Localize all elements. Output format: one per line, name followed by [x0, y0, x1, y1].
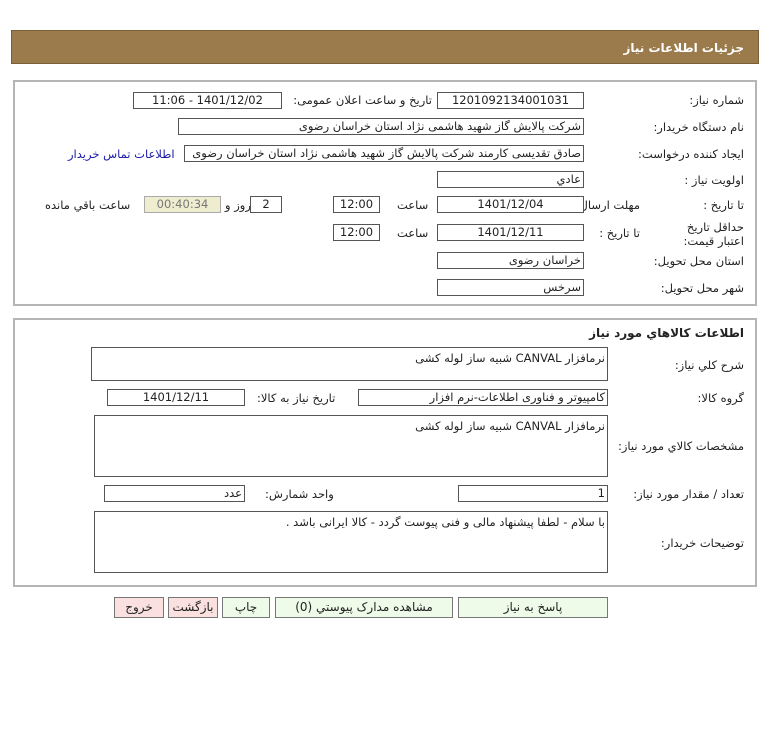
deadline-date-field: 1401/12/04: [437, 196, 584, 213]
notes-label: توضیحات خریدار:: [660, 536, 744, 550]
validity-date-field: 1401/12/11: [437, 224, 584, 241]
announce-field: 1401/12/02 - 11:06: [133, 92, 282, 109]
buyer-contact-link[interactable]: اطلاعات تماس خریدار: [68, 147, 175, 161]
remaining-time-field: 00:40:34: [144, 196, 221, 213]
priority-field: عادي: [437, 171, 584, 188]
remaining-label: ساعت باقي مانده: [45, 198, 131, 212]
group-label: گروه کالا:: [697, 391, 744, 405]
validity-to-date-label: تا تاریخ :: [599, 226, 640, 240]
validity-label: حداقل تاريخ اعتبار قیمت:: [683, 220, 745, 248]
need-date-field: 1401/12/11: [107, 389, 245, 406]
notes-field: با سلام - لطفا پیشنهاد مالی و فنی پیوست …: [94, 511, 608, 573]
province-field: خراسان رضوی: [437, 252, 584, 269]
priority-label: اولویت نیاز :: [684, 173, 744, 187]
days-label: روز و: [225, 198, 251, 212]
deadline-time-field: 12:00: [333, 196, 380, 213]
deadline-time-label: ساعت: [397, 198, 429, 212]
city-field: سرخس: [437, 279, 584, 296]
validity-time-field: 12:00: [333, 224, 380, 241]
exit-button[interactable]: خروج: [114, 597, 164, 618]
print-button[interactable]: چاپ: [222, 597, 270, 618]
province-label: استان محل تحویل:: [653, 254, 744, 268]
announce-label: تاریخ و ساعت اعلان عمومی:: [293, 93, 432, 107]
need-info-section: [13, 80, 757, 306]
group-field: کامپیوتر و فناوری اطلاعات-نرم افزار: [358, 389, 608, 406]
goods-title: اطلاعات کالاهاي مورد نیاز: [589, 326, 744, 340]
need-number-field: 1201092134001031: [437, 92, 584, 109]
validity-time-label: ساعت: [397, 226, 429, 240]
creator-field: صادق تقدیسی کارمند شرکت پالایش گاز شهید …: [184, 145, 584, 162]
need-number-label: شماره نیاز:: [689, 93, 744, 107]
unit-field: عدد: [104, 485, 245, 502]
spec-field: نرمافزار CANVAL شبیه ساز لوله کشی: [94, 415, 608, 477]
unit-label: واحد شمارش:: [265, 487, 334, 501]
qty-label: تعداد / مقدار مورد نیاز:: [633, 487, 744, 501]
buyer-field: شرکت پالایش گاز شهید هاشمی نژاد استان خر…: [178, 118, 584, 135]
creator-label: ایجاد کننده درخواست:: [638, 147, 744, 161]
deadline-to-date-label: تا تاریخ :: [703, 198, 744, 212]
buyer-label: نام دستگاه خریدار:: [653, 120, 744, 134]
back-button[interactable]: بازگشت: [168, 597, 218, 618]
summary-field: نرمافزار CANVAL شبیه ساز لوله کشی: [91, 347, 608, 381]
need-date-label: تاریخ نیاز به کالا:: [257, 391, 336, 405]
reply-button[interactable]: پاسخ به نیاز: [458, 597, 608, 618]
qty-field: 1: [458, 485, 608, 502]
spec-label: مشخصات کالاي مورد نیاز:: [617, 439, 744, 453]
summary-label: شرح کلي نیاز:: [674, 358, 744, 372]
city-label: شهر محل تحویل:: [660, 281, 744, 295]
view-attachments-button[interactable]: مشاهده مدارک پیوستي (0): [275, 597, 453, 618]
page-header: جزئیات اطلاعات نیاز: [11, 30, 759, 64]
days-field: 2: [250, 196, 282, 213]
